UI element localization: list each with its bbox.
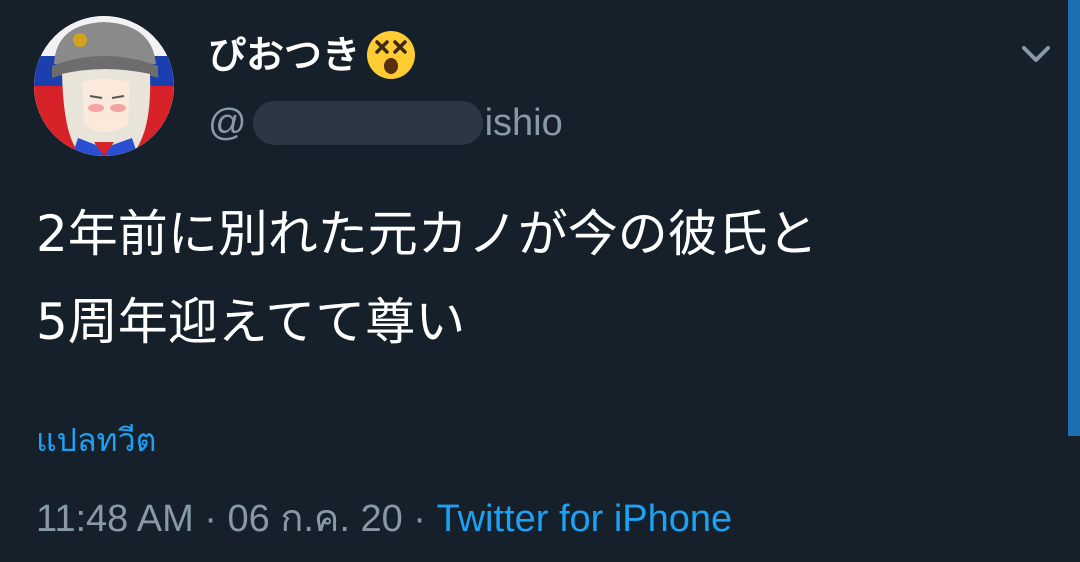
tweet-date: 06 ก.ค. 20 [227, 498, 403, 540]
user-handle[interactable]: @ ishio [208, 98, 563, 148]
redacted-handle [252, 101, 483, 145]
tweet-source-link[interactable]: Twitter for iPhone [437, 498, 733, 540]
edge-scrollbar [1068, 0, 1080, 436]
translate-tweet-link[interactable]: แปลทวีต [36, 418, 156, 462]
dizzy-face-emoji-icon [364, 28, 418, 82]
display-name-text: ぴおつき [208, 33, 361, 77]
tweet-time: 11:48 AM [36, 498, 194, 540]
tweet-text-line-1: 2年前に別れた元カノが今の彼氏と [36, 205, 818, 263]
tweet-text-line-2: 5周年迎えてて尊い [36, 293, 466, 351]
handle-prefix: @ [208, 102, 247, 144]
display-name[interactable]: ぴおつき [208, 28, 418, 82]
chevron-down-icon[interactable] [1016, 36, 1056, 72]
avatar[interactable] [34, 16, 174, 156]
tweet-meta: 11:48 AM · 06 ก.ค. 20 · Twitter for iPho… [36, 494, 732, 544]
handle-suffix: ishio [484, 102, 563, 144]
avatar-image [34, 16, 174, 156]
meta-separator: · [204, 498, 217, 540]
meta-separator: · [413, 498, 426, 540]
tweet-card: ぴおつき @ ishio 2年前に別れた元カノが今の彼氏と 5周年迎えてて尊い … [0, 0, 1080, 562]
tweet-text: 2年前に別れた元カノが今の彼氏と 5周年迎えてて尊い [36, 190, 1046, 366]
